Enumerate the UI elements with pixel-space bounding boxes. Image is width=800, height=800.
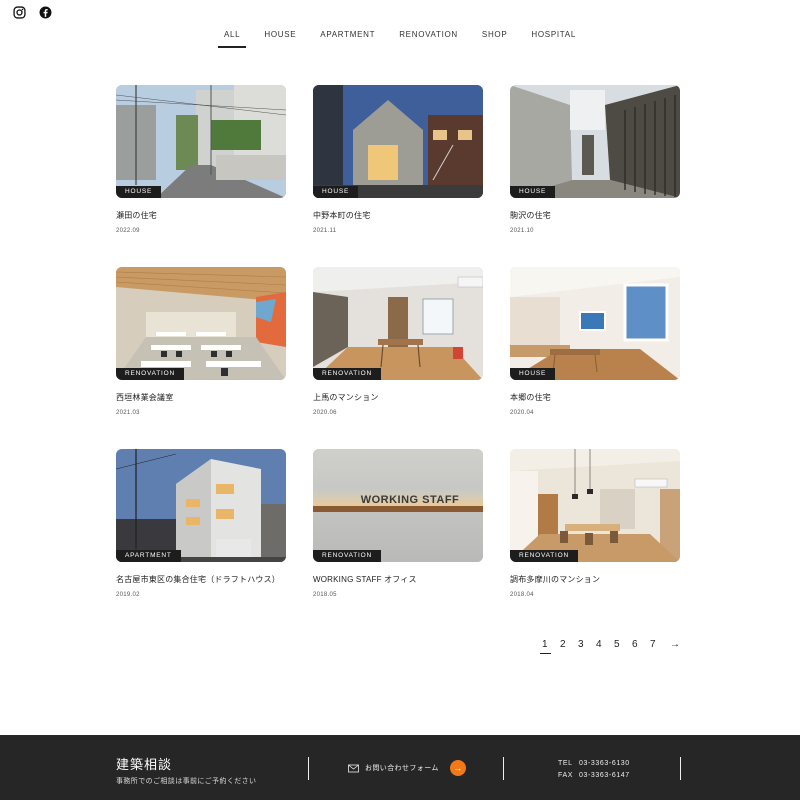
- tel-number[interactable]: 03-3363-6130: [579, 760, 630, 767]
- work-date: 2019.02: [116, 592, 140, 598]
- category-badge: APARTMENT: [116, 550, 181, 562]
- fax-label: FAX: [558, 772, 574, 779]
- work-photo: HOUSE: [116, 85, 286, 198]
- footer-title: 建築相談: [116, 757, 173, 772]
- work-title: 瀬田の住宅: [116, 211, 157, 220]
- tel-label: TEL: [558, 760, 573, 767]
- work-card[interactable]: HOUSE 本郷の住宅 2020.04: [510, 267, 680, 449]
- divider: [503, 757, 504, 780]
- work-title: 本郷の住宅: [510, 393, 551, 402]
- work-date: 2018.05: [313, 592, 337, 598]
- work-title: 西垣林業会議室: [116, 393, 174, 402]
- category-badge: RENOVATION: [313, 368, 382, 380]
- work-photo: RENOVATION: [313, 267, 483, 380]
- work-title: 駒沢の住宅: [510, 211, 551, 220]
- work-card[interactable]: RENOVATION 上馬のマンション 2020.06: [313, 267, 483, 449]
- page-link-4[interactable]: 4: [594, 639, 612, 654]
- facebook-icon[interactable]: [39, 6, 52, 19]
- page-link-1[interactable]: 1: [540, 639, 558, 654]
- work-date: 2020.06: [313, 410, 337, 416]
- tab-renovation[interactable]: RENOVATION: [398, 30, 459, 48]
- category-badge: RENOVATION: [313, 550, 382, 562]
- work-title: WORKING STAFF オフィス: [313, 575, 417, 584]
- work-title: 中野本町の住宅: [313, 211, 371, 220]
- tab-hospital[interactable]: HOSPITAL: [530, 30, 577, 48]
- work-photo: RENOVATION: [510, 449, 680, 562]
- page-link-2[interactable]: 2: [558, 639, 576, 654]
- work-photo: HOUSE: [313, 85, 483, 198]
- page-link-3[interactable]: 3: [576, 639, 594, 654]
- work-card[interactable]: RENOVATION 調布多摩川のマンション 2018.04: [510, 449, 680, 631]
- work-photo: APARTMENT: [116, 449, 286, 562]
- page-link-7[interactable]: 7: [648, 639, 666, 654]
- contact-form-link[interactable]: お問い合わせフォーム →: [348, 760, 466, 776]
- work-date: 2021.03: [116, 410, 140, 416]
- work-date: 2018.04: [510, 592, 534, 598]
- tab-all[interactable]: ALL: [217, 30, 247, 48]
- works-grid: HOUSE 瀬田の住宅 2022.09 HOUSE 中野本町の住宅 2021.1…: [116, 85, 681, 631]
- phone-info: TEL 03-3363-6130 FAX 03-3363-6147: [558, 758, 630, 782]
- work-card[interactable]: HOUSE 駒沢の住宅 2021.10: [510, 85, 680, 267]
- category-badge: HOUSE: [510, 368, 556, 380]
- tab-shop[interactable]: SHOP: [481, 30, 508, 48]
- category-badge: HOUSE: [116, 186, 162, 198]
- next-page-arrow-icon[interactable]: →: [670, 639, 680, 650]
- work-photo: RENOVATION: [116, 267, 286, 380]
- contact-form-label: お問い合わせフォーム: [365, 765, 439, 772]
- work-card[interactable]: HOUSE 中野本町の住宅 2021.11: [313, 85, 483, 267]
- footer-subtitle: 事務所でのご相談は事前にご予約ください: [116, 778, 257, 785]
- arrow-right-icon: →: [449, 760, 466, 776]
- work-card[interactable]: WORKING STAFF RENOVATION WORKING STAFF オ…: [313, 449, 483, 631]
- work-date: 2021.11: [313, 228, 337, 234]
- work-photo: HOUSE: [510, 85, 680, 198]
- fax-number: 03-3363-6147: [579, 772, 630, 779]
- social-links: [13, 6, 52, 19]
- category-badge: HOUSE: [510, 186, 556, 198]
- work-date: 2020.04: [510, 410, 534, 416]
- tab-house[interactable]: HOUSE: [263, 30, 297, 48]
- work-photo: HOUSE: [510, 267, 680, 380]
- mail-icon: [348, 764, 359, 772]
- category-badge: RENOVATION: [116, 368, 185, 380]
- work-photo: WORKING STAFF RENOVATION: [313, 449, 483, 562]
- pagination: 1 2 3 4 5 6 7 →: [540, 639, 680, 654]
- work-title: 上馬のマンション: [313, 393, 379, 402]
- tab-apartment[interactable]: APARTMENT: [319, 30, 376, 48]
- page-link-6[interactable]: 6: [630, 639, 648, 654]
- divider: [680, 757, 681, 780]
- work-date: 2022.09: [116, 228, 140, 234]
- consultation-footer: 建築相談 事務所でのご相談は事前にご予約ください お問い合わせフォーム → TE…: [0, 735, 800, 800]
- work-card[interactable]: HOUSE 瀬田の住宅 2022.09: [116, 85, 286, 267]
- work-card[interactable]: APARTMENT 名古屋市東区の集合住宅（ドラフトハウス） 2019.02: [116, 449, 286, 631]
- work-title: 調布多摩川のマンション: [510, 575, 601, 584]
- work-date: 2021.10: [510, 228, 534, 234]
- divider: [308, 757, 309, 780]
- page-link-5[interactable]: 5: [612, 639, 630, 654]
- instagram-icon[interactable]: [13, 6, 26, 19]
- category-badge: RENOVATION: [510, 550, 579, 562]
- category-badge: HOUSE: [313, 186, 359, 198]
- work-card[interactable]: RENOVATION 西垣林業会議室 2021.03: [116, 267, 286, 449]
- sign-text: WORKING STAFF: [361, 494, 460, 506]
- work-title: 名古屋市東区の集合住宅（ドラフトハウス）: [116, 575, 280, 584]
- category-tabs: ALL HOUSE APARTMENT RENOVATION SHOP HOSP…: [0, 30, 800, 48]
